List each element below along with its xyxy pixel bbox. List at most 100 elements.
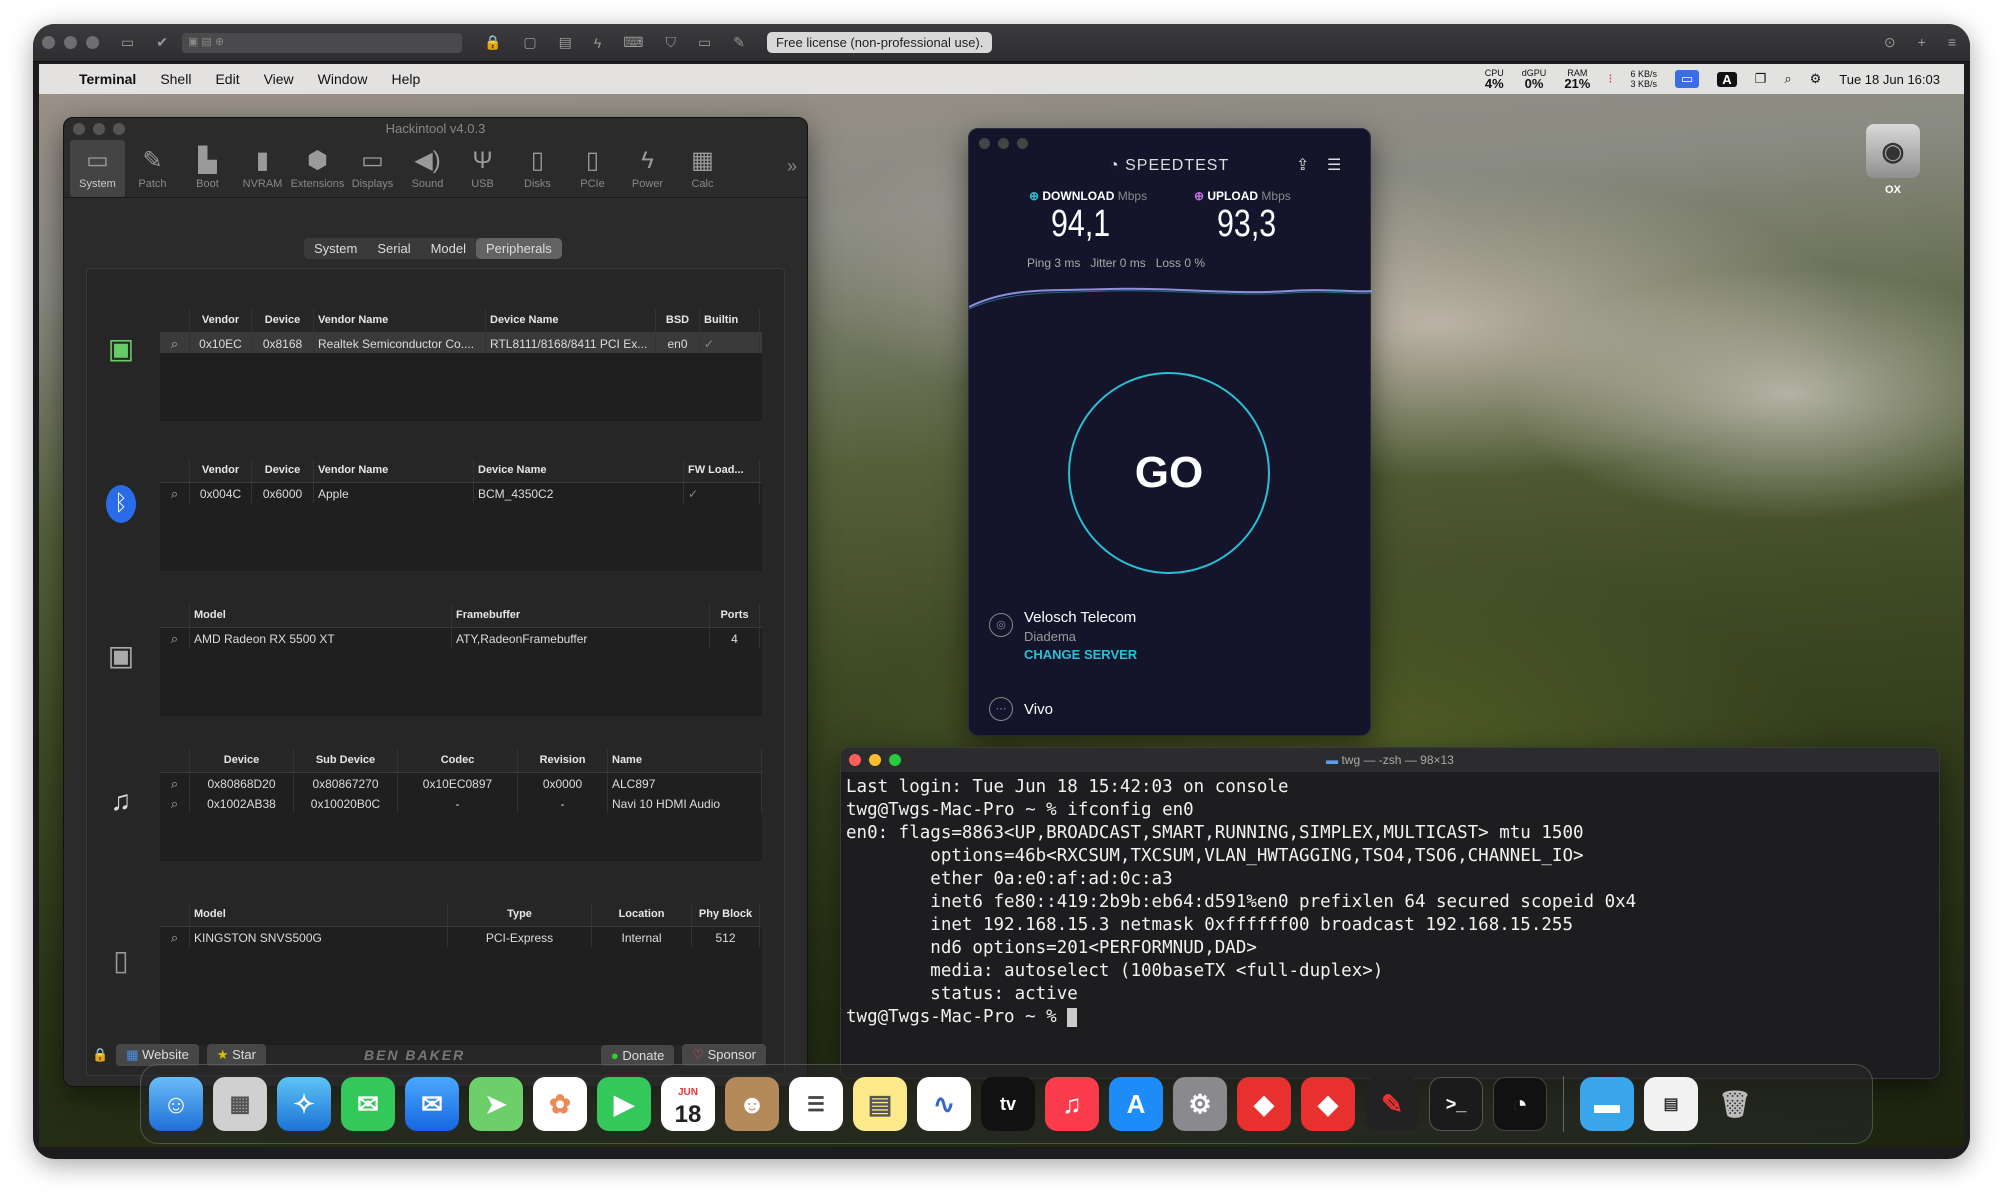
col-phy-block[interactable]: Phy Block [692, 903, 760, 926]
col-type[interactable]: Type [448, 903, 592, 926]
tool-sound[interactable]: ◀) Sound [400, 140, 455, 197]
license-badge[interactable]: Free license (non-professional use). [766, 32, 993, 53]
col-fw-load[interactable]: FW Load... [684, 459, 760, 482]
magnifier-icon[interactable]: ⌕ [160, 927, 190, 947]
windows-icon[interactable]: ❐ [1755, 71, 1767, 87]
go-button[interactable]: GO [1068, 372, 1270, 574]
tool-boot[interactable]: ▙ Boot [180, 140, 235, 197]
col-builtin[interactable]: Builtin [700, 309, 760, 332]
table-row[interactable]: ⌕ AMD Radeon RX 5500 XT ATY,RadeonFrameb… [160, 628, 762, 648]
tab-serial[interactable]: Serial [367, 238, 420, 259]
change-server-link[interactable]: CHANGE SERVER [1024, 647, 1137, 662]
network-stat[interactable]: 6 KB/s 3 KB/s [1630, 69, 1657, 89]
term-close[interactable] [849, 754, 861, 766]
term-minimize[interactable] [869, 754, 881, 766]
anydesk-alt-icon[interactable]: ◆ [1301, 1077, 1355, 1131]
col-device-name[interactable]: Device Name [486, 309, 656, 332]
col-device[interactable]: Device [190, 749, 294, 772]
prompt-line[interactable]: twg@Twgs-Mac-Pro ~ % [846, 1006, 1934, 1029]
col-name[interactable]: Name [608, 749, 762, 772]
share-icon[interactable]: ⇪ [1296, 155, 1309, 175]
lock-icon[interactable]: 🔒 [92, 1047, 108, 1063]
menu-help[interactable]: Help [391, 71, 420, 87]
screen-share-icon[interactable]: ▭ [1675, 70, 1700, 88]
col-vendor[interactable]: Vendor [190, 309, 252, 332]
shield-icon[interactable]: ⛉ [666, 34, 677, 51]
bolt-icon[interactable]: ϟ [594, 35, 601, 51]
tool-extensions[interactable]: ⬢ Extensions [290, 140, 345, 197]
website-button[interactable]: ▦ Website [116, 1044, 199, 1066]
menu-edit[interactable]: Edit [215, 71, 239, 87]
magnifier-icon[interactable]: ⌕ [160, 793, 190, 813]
datetime[interactable]: Tue 18 Jun 16:03 [1839, 72, 1940, 87]
col-device[interactable]: Device [252, 309, 314, 332]
tool-patch[interactable]: ✎ Patch [125, 140, 180, 197]
calendar-icon[interactable]: JUN 18 [661, 1077, 715, 1131]
keyboard-icon[interactable]: ⌨ [623, 34, 643, 51]
launchpad-icon[interactable]: ▦ [213, 1077, 267, 1131]
col-model[interactable]: Model [190, 903, 448, 926]
document-stack-icon[interactable]: ▤ [1644, 1077, 1698, 1131]
control-center-icon[interactable]: ⚙ [1810, 71, 1822, 87]
freeform-icon[interactable]: ∿ [917, 1077, 971, 1131]
apple-tv-icon[interactable]: tv [981, 1077, 1035, 1131]
settings-sliders-icon[interactable]: ☰ [1327, 155, 1341, 175]
vm-address-field[interactable]: ▣ ▤ ⊕ [181, 32, 462, 53]
cpu-stat[interactable]: CPU 4% [1485, 68, 1504, 90]
donate-button[interactable]: ● Donate [600, 1044, 675, 1066]
pen-icon[interactable]: ✎ [733, 34, 745, 51]
tool-calc[interactable]: ▦ Calc [675, 140, 730, 197]
vm-zoom[interactable] [86, 36, 99, 49]
ht-zoom[interactable] [113, 123, 125, 135]
tool-usb[interactable]: Ψ USB [455, 140, 510, 197]
table-row[interactable]: ⌕ KINGSTON SNVS500G PCI-Express Internal… [160, 927, 762, 947]
col-vendor[interactable]: Vendor [190, 459, 252, 482]
message-icon[interactable]: ▤ [559, 34, 572, 51]
finder-icon[interactable]: ☺ [149, 1077, 203, 1131]
speedtest-app-icon[interactable]: ◔ [1493, 1077, 1547, 1131]
fw-checkbox[interactable]: ✓ [684, 483, 760, 503]
anydesk-icon[interactable]: ◆ [1237, 1077, 1291, 1131]
tab-peripherals[interactable]: Peripherals [476, 238, 562, 259]
downloads-folder-icon[interactable]: ▬ [1580, 1077, 1634, 1131]
col-vendor-name[interactable]: Vendor Name [314, 309, 486, 332]
magnifier-icon[interactable]: ⌕ [160, 483, 190, 503]
terminal-app-icon[interactable]: >_ [1429, 1077, 1483, 1131]
messages-icon[interactable]: ✉ [341, 1077, 395, 1131]
menu-window[interactable]: Window [318, 71, 368, 87]
table-row[interactable]: ⌕ 0x80868D20 0x80867270 0x10EC0897 0x000… [160, 773, 762, 793]
vm-minimize[interactable] [64, 36, 77, 49]
contacts-icon[interactable]: ☻ [725, 1077, 779, 1131]
system-settings-icon[interactable]: ⚙ [1173, 1077, 1227, 1131]
col-ports[interactable]: Ports [710, 604, 760, 627]
mail-icon[interactable]: ✉ [405, 1077, 459, 1131]
col-revision[interactable]: Revision [518, 749, 608, 772]
terminal-window[interactable]: ▬ twg — -zsh — 98×13 Last login: Tue Jun… [840, 747, 1940, 1079]
tab-model[interactable]: Model [421, 238, 476, 259]
tab-system[interactable]: System [304, 238, 367, 259]
table-row[interactable]: ⌕ 0x004C 0x6000 Apple BCM_4350C2 ✓ [160, 483, 762, 503]
menu-shell[interactable]: Shell [160, 71, 191, 87]
col-bsd[interactable]: BSD [656, 309, 700, 332]
check-icon[interactable]: ✔ [156, 34, 168, 51]
facetime-icon[interactable]: ▶ [597, 1077, 651, 1131]
st-close[interactable] [979, 138, 990, 149]
tool-disks[interactable]: ▯ Disks [510, 140, 565, 197]
ht-minimize[interactable] [93, 123, 105, 135]
desktop-disk[interactable]: ◉ OX [1863, 124, 1923, 196]
table-row[interactable]: ⌕ 0x10EC 0x8168 Realtek Semiconductor Co… [160, 333, 762, 353]
sponsor-button[interactable]: ♡ Sponsor [682, 1044, 766, 1066]
star-button[interactable]: ★ Star [206, 1044, 266, 1066]
tool-system[interactable]: ▭ System [70, 140, 125, 197]
tool-pcie[interactable]: ▯ PCIe [565, 140, 620, 197]
magnifier-icon[interactable]: ⌕ [160, 333, 190, 353]
input-source-badge[interactable]: A [1717, 71, 1737, 87]
music-icon[interactable]: ♫ [1045, 1077, 1099, 1131]
col-codec[interactable]: Codec [398, 749, 518, 772]
document-icon[interactable]: ▭ [121, 34, 134, 51]
ht-close[interactable] [73, 123, 85, 135]
search-icon[interactable]: ⌕ [1784, 71, 1791, 87]
col-device[interactable]: Device [252, 459, 314, 482]
screen-icon[interactable]: ▢ [523, 34, 536, 51]
ram-stat[interactable]: RAM 21% [1564, 68, 1590, 90]
